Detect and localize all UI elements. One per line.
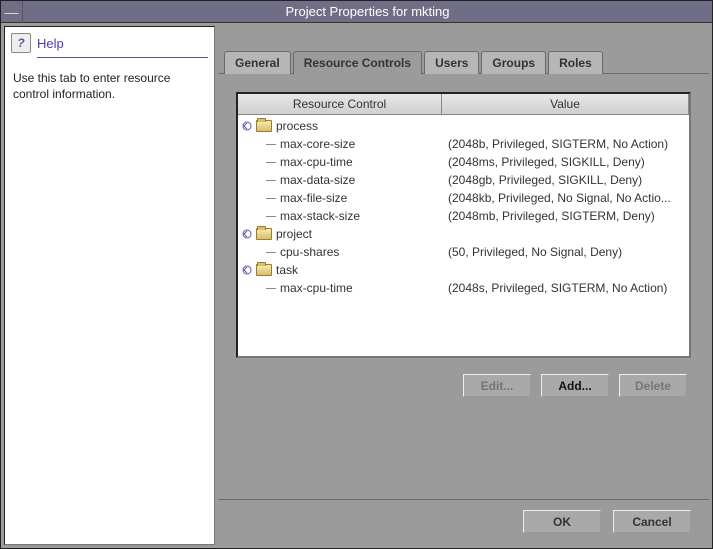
action-buttons: Edit... Add... Delete: [236, 358, 691, 397]
folder-icon: [256, 120, 272, 132]
tab-general[interactable]: General: [224, 51, 291, 74]
cancel-button[interactable]: Cancel: [613, 510, 691, 533]
ok-button[interactable]: OK: [523, 510, 601, 533]
resource-tree[interactable]: Resource Control Value processmax-core-s…: [236, 92, 691, 358]
tree-header: Resource Control Value: [238, 94, 689, 115]
delete-button[interactable]: Delete: [619, 374, 687, 397]
main-pane: General Resource Controls Users Groups R…: [218, 26, 709, 545]
tree-branch-icon: [266, 180, 276, 181]
tab-strip: General Resource Controls Users Groups R…: [218, 50, 709, 73]
tree-row-value: (2048gb, Privileged, SIGKILL, Deny): [448, 171, 689, 189]
tree-row-value: (50, Privileged, No Signal, Deny): [448, 243, 689, 261]
content-area: ? Help Use this tab to enter resource co…: [1, 23, 712, 548]
tree-row-value: (2048b, Privileged, SIGTERM, No Action): [448, 135, 689, 153]
column-header-value[interactable]: Value: [442, 94, 689, 114]
tree-item[interactable]: max-cpu-time (2048ms, Privileged, SIGKILL…: [240, 153, 689, 171]
folder-icon: [256, 264, 272, 276]
titlebar: — Project Properties for mkting: [1, 1, 712, 23]
tree-branch-icon: [266, 198, 276, 199]
help-pane: ? Help Use this tab to enter resource co…: [4, 26, 215, 545]
tree-row-value: (2048kb, Privileged, No Signal, No Actio…: [448, 189, 689, 207]
tree-row-label: task: [276, 261, 298, 279]
tree-category[interactable]: task: [240, 261, 689, 279]
tree-branch-icon: [266, 162, 276, 163]
tree-category[interactable]: process: [240, 117, 689, 135]
help-body: Use this tab to enter resource control i…: [5, 66, 214, 106]
tree-body: processmax-core-size (2048b, Privileged, …: [238, 115, 689, 356]
dialog-footer: OK Cancel: [218, 499, 709, 545]
tree-row-label: cpu-shares: [280, 243, 339, 261]
tab-roles[interactable]: Roles: [548, 51, 603, 74]
help-divider: [37, 57, 208, 58]
tree-row-label: max-data-size: [280, 171, 355, 189]
tree-item[interactable]: max-file-size (2048kb, Privileged, No Sig…: [240, 189, 689, 207]
expand-handle-icon[interactable]: [242, 121, 252, 131]
tree-row-label: max-cpu-time: [280, 279, 353, 297]
help-header: ? Help: [5, 27, 214, 55]
tab-users[interactable]: Users: [424, 51, 479, 74]
tree-item[interactable]: max-data-size (2048gb, Privileged, SIGKIL…: [240, 171, 689, 189]
tab-groups[interactable]: Groups: [481, 51, 546, 74]
tab-panel-resource-controls: Resource Control Value processmax-core-s…: [218, 73, 709, 499]
tree-row-label: max-core-size: [280, 135, 355, 153]
tree-branch-icon: [266, 144, 276, 145]
tree-row-label: max-file-size: [280, 189, 347, 207]
tree-branch-icon: [266, 216, 276, 217]
window-menu-icon[interactable]: —: [1, 1, 23, 23]
window: — Project Properties for mkting ? Help U…: [0, 0, 713, 549]
edit-button[interactable]: Edit...: [463, 374, 531, 397]
folder-icon: [256, 228, 272, 240]
tree-row-value: (2048mb, Privileged, SIGTERM, Deny): [448, 207, 689, 225]
tabs-wrap: General Resource Controls Users Groups R…: [218, 26, 709, 73]
tree-row-label: max-cpu-time: [280, 153, 353, 171]
window-title: Project Properties for mkting: [23, 4, 712, 19]
expand-handle-icon[interactable]: [242, 229, 252, 239]
tree-item[interactable]: max-core-size (2048b, Privileged, SIGTERM…: [240, 135, 689, 153]
help-icon: ?: [11, 33, 31, 53]
tree-row-label: process: [276, 117, 318, 135]
tree-item[interactable]: max-cpu-time (2048s, Privileged, SIGTERM,…: [240, 279, 689, 297]
tab-resource-controls[interactable]: Resource Controls: [293, 51, 422, 74]
tree-row-value: (2048ms, Privileged, SIGKILL, Deny): [448, 153, 689, 171]
tree-branch-icon: [266, 252, 276, 253]
expand-handle-icon[interactable]: [242, 265, 252, 275]
tree-row-label: project: [276, 225, 312, 243]
help-title: Help: [37, 36, 64, 51]
add-button[interactable]: Add...: [541, 374, 609, 397]
tree-row-value: (2048s, Privileged, SIGTERM, No Action): [448, 279, 689, 297]
tree-branch-icon: [266, 288, 276, 289]
tree-category[interactable]: project: [240, 225, 689, 243]
tree-item[interactable]: max-stack-size (2048mb, Privileged, SIGTE…: [240, 207, 689, 225]
tree-row-label: max-stack-size: [280, 207, 360, 225]
tree-item[interactable]: cpu-shares (50, Privileged, No Signal, De…: [240, 243, 689, 261]
column-header-name[interactable]: Resource Control: [238, 94, 442, 114]
